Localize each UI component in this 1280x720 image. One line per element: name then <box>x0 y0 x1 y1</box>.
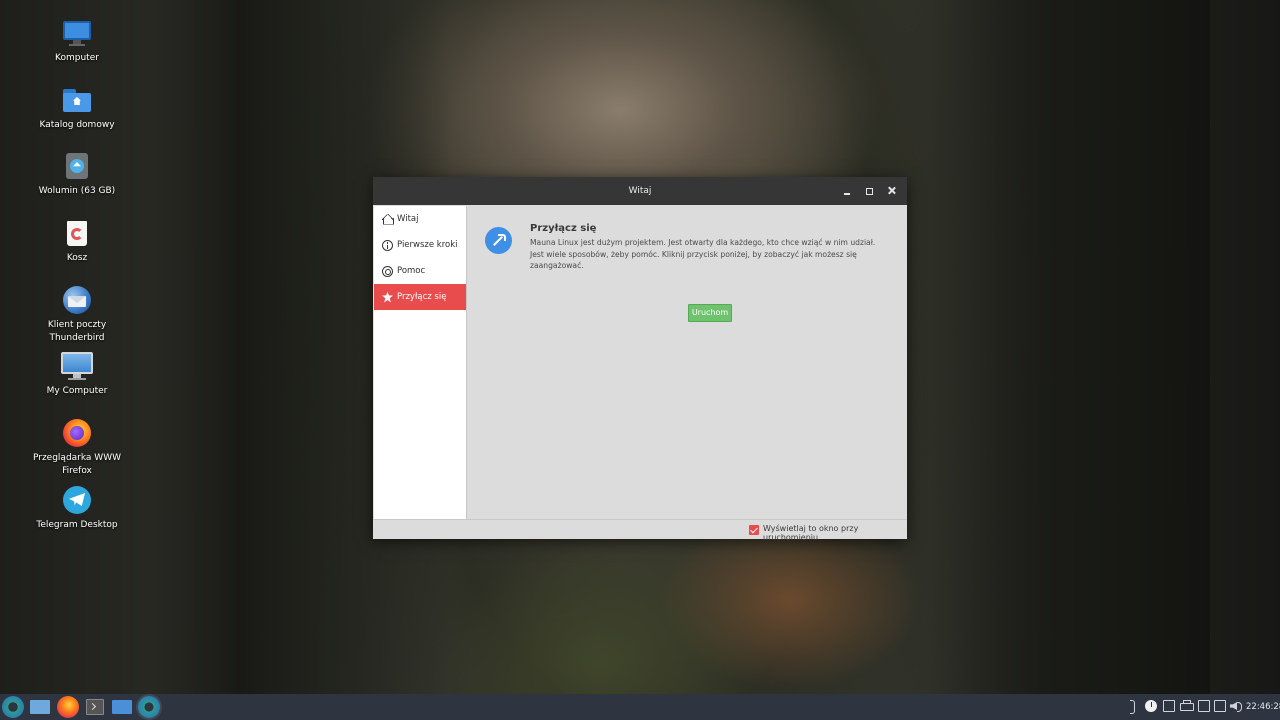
sidebar-item-label: Pomoc <box>397 266 426 276</box>
printer-icon[interactable] <box>1180 700 1194 712</box>
window-controls <box>839 177 901 205</box>
desktop-icon-label: Komputer <box>55 53 99 63</box>
home-folder-icon <box>61 84 93 116</box>
desktop-icon-label: Przeglądarka WWW Firefox <box>32 453 121 476</box>
sidebar-item-label: Witaj <box>397 214 419 224</box>
start-menu-icon[interactable] <box>2 696 24 718</box>
terminal-icon[interactable] <box>84 696 106 718</box>
maximize-icon[interactable] <box>861 182 879 200</box>
window-titlebar[interactable]: Witaj <box>373 177 907 205</box>
run-button[interactable]: Uruchom <box>688 304 732 322</box>
desktop-icon-computer[interactable]: Komputer <box>27 17 127 65</box>
show-on-startup-label[interactable]: Wyświetlaj to okno przy uruchomieniu <box>763 524 907 542</box>
lifebuoy-icon <box>382 265 393 277</box>
sidebar-item-label: Przyłącz się <box>397 292 447 302</box>
content-heading: Przyłącz się <box>530 223 597 234</box>
bluetooth-icon[interactable] <box>1126 700 1138 714</box>
desktop-icon-label: Klient poczty Thunderbird <box>47 320 107 343</box>
welcome-sidebar: Witaj Pierwsze kroki Pomoc Przyłącz się <box>374 206 466 519</box>
desktop-icon-home[interactable]: Katalog domowy <box>27 84 127 132</box>
firefox-taskbar-icon[interactable] <box>57 696 79 718</box>
wallpaper-moss <box>430 540 770 694</box>
content-description: Mauna Linux jest dużym projektem. Jest o… <box>530 238 876 270</box>
desktop-icon-thunderbird[interactable]: Klient poczty Thunderbird <box>27 284 127 344</box>
my-computer-icon <box>61 350 93 382</box>
welcome-window-taskbar-icon[interactable] <box>138 696 160 718</box>
desktop-icon-telegram[interactable]: Telegram Desktop <box>27 484 127 532</box>
volume-icon <box>61 150 93 182</box>
volume-icon[interactable] <box>1230 700 1242 712</box>
trash-icon <box>61 217 93 249</box>
desktop-icon-my-computer[interactable]: My Computer <box>27 350 127 398</box>
info-icon <box>382 239 393 251</box>
show-on-startup-checkbox[interactable] <box>749 525 759 535</box>
welcome-content: Przyłącz się Mauna Linux jest dużym proj… <box>466 206 907 519</box>
updates-icon[interactable] <box>1163 700 1175 712</box>
desktop-icon-firefox[interactable]: Przeglądarka WWW Firefox <box>27 417 127 477</box>
minimize-icon[interactable] <box>839 182 857 200</box>
taskbar: 22:46:28 <box>0 694 1280 720</box>
clipboard-icon[interactable] <box>1198 700 1210 712</box>
close-icon[interactable] <box>883 182 901 200</box>
clock-icon[interactable] <box>1145 700 1157 712</box>
sidebar-item-pomoc[interactable]: Pomoc <box>374 258 466 284</box>
taskbar-clock[interactable]: 22:46:28 <box>1246 694 1280 720</box>
desktop-icon-trash[interactable]: Kosz <box>27 217 127 265</box>
sidebar-item-witaj[interactable]: Witaj <box>374 206 466 232</box>
desktop-icon-label: Katalog domowy <box>39 120 115 130</box>
desktop-icon-label: My Computer <box>46 386 108 396</box>
sidebar-item-label: Pierwsze kroki <box>397 240 458 250</box>
star-icon <box>382 291 393 303</box>
firefox-icon <box>61 417 93 449</box>
welcome-window: Witaj Witaj Pierwsze kroki Pomoc Przyłąc… <box>373 177 907 542</box>
desktop-icon-label: Wolumin (63 GB) <box>38 186 116 196</box>
desktop-icon-label: Kosz <box>66 253 88 263</box>
file-manager-icon[interactable] <box>29 696 51 718</box>
window-footer: Wyświetlaj to okno przy uruchomieniu <box>373 519 907 542</box>
sidebar-item-pierwsze-kroki[interactable]: Pierwsze kroki <box>374 232 466 258</box>
hammer-icon <box>485 227 512 254</box>
computer-icon <box>61 17 93 49</box>
desktop-icon-volume[interactable]: Wolumin (63 GB) <box>27 150 127 198</box>
telegram-icon <box>61 484 93 516</box>
window-title: Witaj <box>628 186 652 196</box>
home-icon <box>382 213 393 225</box>
wallpaper-tree-right <box>930 0 1210 694</box>
desktop-icon-label: Telegram Desktop <box>36 520 118 530</box>
thunderbird-icon <box>61 284 93 316</box>
sidebar-item-przylacz-sie[interactable]: Przyłącz się <box>374 284 466 310</box>
files-window-icon[interactable] <box>111 696 133 718</box>
display-icon[interactable] <box>1214 700 1226 712</box>
